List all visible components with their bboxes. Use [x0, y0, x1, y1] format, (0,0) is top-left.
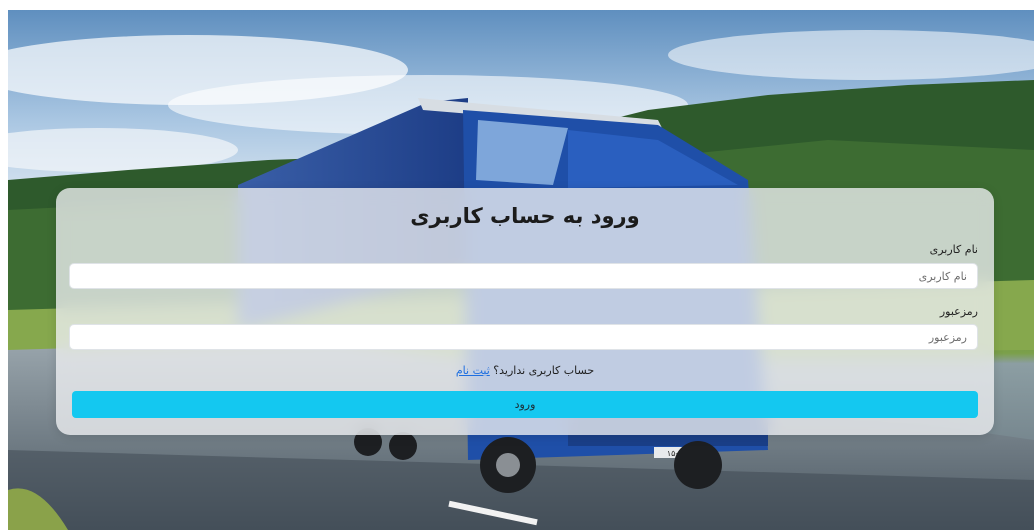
password-label: رمزعبور [939, 305, 978, 318]
login-button[interactable]: ورود [72, 391, 978, 418]
login-page: ۱۵-۵۸۷ ورود به حساب کاربری نام کاربری رم… [0, 0, 1034, 530]
register-link[interactable]: ثبت نام [456, 364, 490, 377]
register-prompt: حساب کاربری ندارید؟ ثبت نام [56, 364, 994, 377]
password-input[interactable] [69, 324, 978, 350]
login-card: ورود به حساب کاربری نام کاربری رمزعبور ح… [56, 188, 994, 435]
username-input[interactable] [69, 263, 978, 289]
no-account-text: حساب کاربری ندارید؟ [493, 364, 595, 377]
login-title: ورود به حساب کاربری [410, 204, 640, 228]
username-label: نام کاربری [929, 243, 978, 256]
